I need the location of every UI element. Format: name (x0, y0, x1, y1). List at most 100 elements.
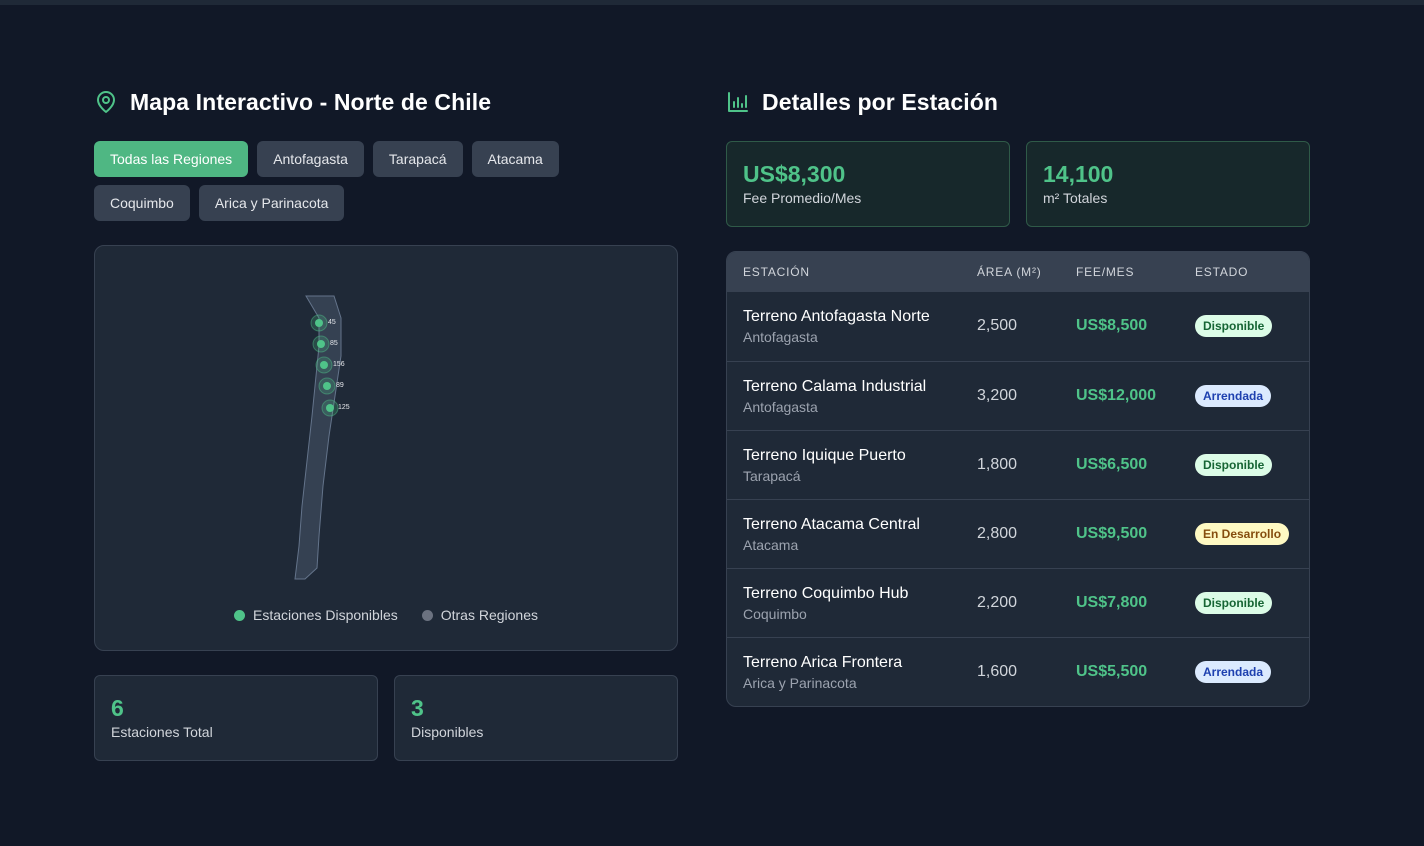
marker-label: 85 (330, 340, 338, 347)
stat-card-total: 6 Estaciones Total (94, 675, 378, 761)
map-section: Mapa Interactivo - Norte de Chile Todas … (94, 86, 678, 761)
kpi-label: m² Totales (1043, 190, 1108, 206)
station-name: Terreno Arica Frontera (743, 653, 903, 671)
kpi-value: 14,100 (1043, 161, 1114, 187)
cell-fee: US$9,500 (1076, 524, 1148, 542)
station-name: Terreno Atacama Central (743, 515, 920, 533)
status-badge: Arrendada (1195, 384, 1272, 407)
filter-todas-las-regiones[interactable]: Todas las Regiones (94, 141, 249, 177)
kpi-card-area: 14,100 m² Totales (1026, 141, 1310, 227)
map-pin-icon (97, 91, 115, 113)
station-name: Terreno Iquique Puerto (743, 446, 906, 464)
station-region: Tarapacá (743, 467, 801, 484)
marker-89[interactable]: 89 (318, 377, 344, 395)
header-fee[interactable]: Fee/Mes (1060, 252, 1179, 292)
top-bar (0, 0, 1424, 5)
map-stats: 6 Estaciones Total 3 Disponibles (94, 675, 678, 761)
table-row[interactable]: Terreno Iquique Puerto Tarapacá 1,800 US… (727, 430, 1309, 499)
legend-item-otras-regiones: Otras Regiones (421, 607, 539, 623)
header-area[interactable]: Área (m²) (961, 252, 1060, 292)
kpi-card-fee: US$8,300 Fee Promedio/Mes (726, 141, 1010, 227)
status-badge: Arrendada (1195, 660, 1272, 683)
cell-status: Arrendada (1179, 637, 1309, 706)
stations-table-card: Estación Área (m²) Fee/Mes Estado Terren… (726, 251, 1310, 707)
legend-label: Estaciones Disponibles (252, 607, 398, 623)
legend-item-disponibles: Estaciones Disponibles (233, 607, 398, 623)
cell-station: Terreno Arica Frontera Arica y Parinacot… (727, 637, 961, 706)
cell-station: Terreno Antofagasta Norte Antofagasta (727, 292, 961, 361)
cell-fee: US$7,800 (1076, 593, 1148, 611)
marker-label: 156 (333, 361, 345, 368)
legend-dot-green (233, 609, 245, 621)
region-filters: Todas las Regiones Antofagasta Tarapacá … (94, 141, 594, 221)
marker-125[interactable]: 125 (321, 399, 350, 417)
kpi-label: Fee Promedio/Mes (743, 190, 862, 206)
stat-value: 3 (411, 695, 424, 721)
filter-arica-y-parinacota[interactable]: Arica y Parinacota (198, 185, 345, 221)
table-row[interactable]: Terreno Arica Frontera Arica y Parinacot… (727, 637, 1309, 706)
cell-area: 3,200 (977, 386, 1018, 404)
station-name: Terreno Calama Industrial (743, 377, 927, 395)
filter-atacama[interactable]: Atacama (471, 141, 559, 177)
cell-status: Disponible (1179, 292, 1309, 361)
cell-fee: US$12,000 (1076, 386, 1157, 404)
cell-station: Terreno Iquique Puerto Tarapacá (727, 430, 961, 499)
bar-chart-icon (728, 92, 748, 112)
status-badge: En Desarrollo (1195, 522, 1290, 545)
stat-label: Estaciones Total (111, 724, 213, 740)
cell-fee: US$5,500 (1076, 662, 1148, 680)
cell-area: 1,800 (977, 455, 1018, 473)
legend-label: Otras Regiones (440, 607, 539, 623)
station-region: Antofagasta (743, 329, 818, 346)
station-region: Antofagasta (743, 398, 818, 415)
details-section-title: Detalles por Estación (762, 88, 999, 115)
cell-fee: US$6,500 (1076, 455, 1148, 473)
station-region: Coquimbo (743, 605, 807, 622)
station-region: Atacama (743, 536, 799, 553)
marker-label: 89 (336, 382, 344, 389)
station-region: Arica y Parinacota (743, 674, 857, 691)
station-name: Terreno Coquimbo Hub (743, 584, 909, 602)
station-name: Terreno Antofagasta Norte (743, 308, 930, 326)
stations-table: Estación Área (m²) Fee/Mes Estado Terren… (727, 252, 1309, 706)
chile-map[interactable]: 45 85 156 89 125 (95, 246, 679, 596)
cell-status: Disponible (1179, 430, 1309, 499)
details-section: Detalles por Estación US$8,300 Fee Prome… (726, 86, 1310, 707)
status-badge: Disponible (1195, 315, 1273, 338)
cell-area: 1,600 (977, 662, 1018, 680)
kpi-row: US$8,300 Fee Promedio/Mes 14,100 m² Tota… (726, 141, 1310, 227)
cell-area: 2,800 (977, 524, 1018, 542)
marker-label: 125 (338, 404, 350, 411)
filter-coquimbo[interactable]: Coquimbo (94, 185, 190, 221)
cell-station: Terreno Atacama Central Atacama (727, 499, 961, 568)
stat-value: 6 (111, 695, 124, 721)
legend-dot-gray (421, 609, 433, 621)
marker-label: 45 (328, 319, 336, 326)
table-row[interactable]: Terreno Calama Industrial Antofagasta 3,… (727, 361, 1309, 430)
map-legend: Estaciones Disponibles Otras Regiones (95, 607, 677, 623)
filter-antofagasta[interactable]: Antofagasta (257, 141, 364, 177)
map-card: 45 85 156 89 125 Estaciones Disponibles … (94, 245, 678, 651)
table-row[interactable]: Terreno Coquimbo Hub Coquimbo 2,200 US$7… (727, 568, 1309, 637)
cell-status: En Desarrollo (1179, 499, 1309, 568)
kpi-value: US$8,300 (743, 161, 846, 187)
cell-area: 2,200 (977, 593, 1018, 611)
table-header-row: Estación Área (m²) Fee/Mes Estado (727, 252, 1309, 292)
table-row[interactable]: Terreno Antofagasta Norte Antofagasta 2,… (727, 292, 1309, 361)
header-estado[interactable]: Estado (1179, 252, 1309, 292)
status-badge: Disponible (1195, 453, 1273, 476)
cell-status: Disponible (1179, 568, 1309, 637)
cell-status: Arrendada (1179, 361, 1309, 430)
cell-area: 2,500 (977, 317, 1018, 335)
cell-fee: US$8,500 (1076, 317, 1148, 335)
stat-card-disponibles: 3 Disponibles (394, 675, 678, 761)
cell-station: Terreno Calama Industrial Antofagasta (727, 361, 961, 430)
header-estacion[interactable]: Estación (727, 252, 961, 292)
status-badge: Disponible (1195, 591, 1273, 614)
filter-tarapaca[interactable]: Tarapacá (372, 141, 463, 177)
map-section-header: Mapa Interactivo - Norte de Chile (94, 86, 678, 118)
cell-station: Terreno Coquimbo Hub Coquimbo (727, 568, 961, 637)
details-section-header: Detalles por Estación (726, 86, 1310, 118)
map-section-title: Mapa Interactivo - Norte de Chile (130, 88, 492, 115)
table-row[interactable]: Terreno Atacama Central Atacama 2,800 US… (727, 499, 1309, 568)
